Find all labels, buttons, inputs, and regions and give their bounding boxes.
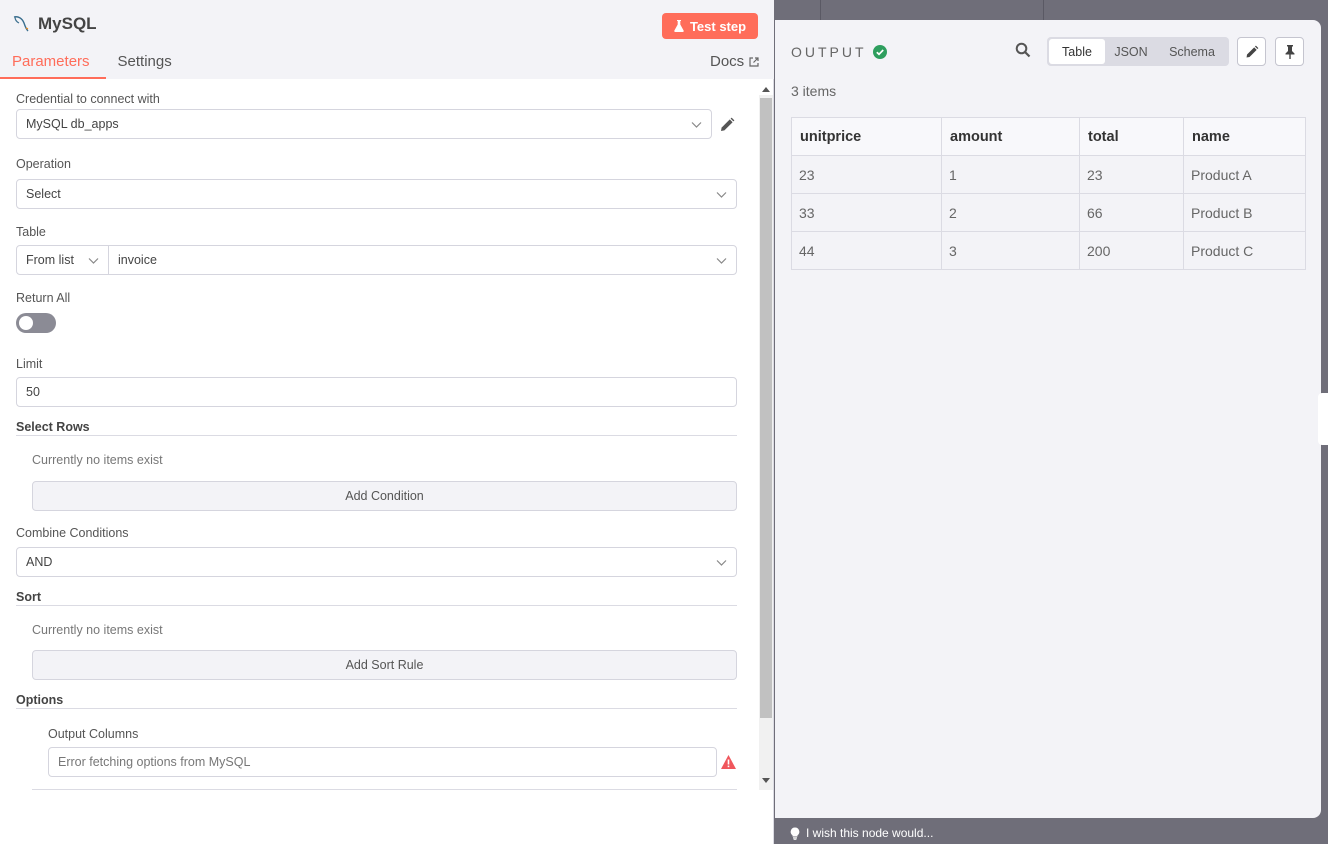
- toggle-knob: [19, 316, 33, 330]
- credential-label: Credential to connect with: [16, 92, 160, 106]
- mysql-dolphin-icon: [13, 16, 29, 32]
- side-panel-handle[interactable]: [1318, 393, 1328, 445]
- panel-tabs: Parameters Settings: [0, 50, 184, 79]
- external-link-icon: [749, 56, 759, 67]
- operation-value: Select: [26, 187, 61, 201]
- select-rows-label: Select Rows: [16, 420, 90, 434]
- section-divider: [16, 605, 737, 606]
- node-parameters-panel: MySQL Test step Parameters Settings Docs…: [0, 0, 774, 844]
- node-title[interactable]: MySQL: [38, 14, 97, 34]
- operation-label: Operation: [16, 157, 71, 171]
- table-label: Table: [16, 225, 46, 239]
- view-option-table[interactable]: Table: [1049, 39, 1105, 64]
- options-label: Options: [16, 693, 64, 707]
- canvas-grid-line: [820, 0, 821, 20]
- docs-link[interactable]: Docs: [710, 53, 759, 70]
- warning-icon: [721, 755, 736, 769]
- tab-parameters[interactable]: Parameters: [0, 50, 106, 79]
- table-header-row: unitprice amount total name: [791, 117, 1306, 156]
- table-cell: Product C: [1183, 231, 1306, 270]
- table-cell: 23: [1079, 155, 1184, 194]
- docs-label: Docs: [710, 53, 745, 70]
- items-count: 3 items: [791, 83, 837, 99]
- pin-icon: [1285, 44, 1294, 59]
- feedback-text: I wish this node would...: [806, 826, 934, 840]
- scroll-up-arrow-icon[interactable]: [761, 85, 771, 93]
- table-cell: 23: [791, 155, 942, 194]
- return-all-toggle[interactable]: [16, 313, 56, 333]
- output-columns-label: Output Columns: [48, 727, 139, 741]
- table-cell: 3: [941, 231, 1080, 270]
- table-row: 44 3 200 Product C: [791, 231, 1306, 270]
- add-sort-rule-button[interactable]: Add Sort Rule: [32, 650, 737, 680]
- table-row: 23 1 23 Product A: [791, 155, 1306, 194]
- combine-conditions-select[interactable]: AND: [16, 547, 737, 577]
- chevron-down-icon: [88, 258, 99, 264]
- search-icon[interactable]: [1015, 42, 1031, 58]
- table-cell: 33: [791, 193, 942, 232]
- table-cell: 66: [1079, 193, 1184, 232]
- output-label: OUTPUT: [791, 44, 867, 60]
- edit-output-button[interactable]: [1237, 37, 1266, 66]
- test-step-label: Test step: [689, 18, 747, 34]
- output-table: unitprice amount total name 23 1 23 Prod…: [791, 117, 1306, 270]
- chevron-down-icon: [716, 560, 727, 566]
- add-condition-button[interactable]: Add Condition: [32, 481, 737, 511]
- sort-label: Sort: [16, 590, 41, 604]
- canvas-background: [775, 0, 1328, 20]
- table-row: 33 2 66 Product B: [791, 193, 1306, 232]
- table-cell: 200: [1079, 231, 1184, 270]
- feedback-link[interactable]: I wish this node would...: [790, 826, 933, 840]
- column-header-unitprice[interactable]: unitprice: [791, 117, 942, 156]
- edit-credential-icon[interactable]: [718, 116, 736, 134]
- flask-icon: [674, 20, 684, 32]
- column-header-total[interactable]: total: [1079, 117, 1184, 156]
- table-mode-select[interactable]: From list: [16, 245, 109, 275]
- pencil-icon: [1246, 45, 1258, 57]
- column-header-amount[interactable]: amount: [941, 117, 1080, 156]
- select-rows-empty-note: Currently no items exist: [32, 453, 163, 467]
- output-label-wrap: OUTPUT: [791, 44, 887, 60]
- scroll-down-arrow-icon[interactable]: [761, 777, 771, 785]
- canvas-grid-line: [1043, 0, 1044, 20]
- credential-select[interactable]: MySQL db_apps: [16, 109, 712, 139]
- node-title-wrap: MySQL: [12, 14, 97, 34]
- output-columns-input[interactable]: Error fetching options from MySQL: [48, 747, 717, 777]
- combine-conditions-label: Combine Conditions: [16, 526, 129, 540]
- limit-input[interactable]: 50: [16, 377, 737, 407]
- view-option-json[interactable]: JSON: [1105, 39, 1157, 64]
- section-divider: [32, 789, 737, 790]
- success-check-icon: [872, 45, 887, 59]
- operation-select[interactable]: Select: [16, 179, 737, 209]
- chevron-down-icon: [716, 192, 727, 198]
- combine-conditions-value: AND: [26, 555, 53, 569]
- chevron-down-icon: [716, 258, 727, 264]
- lightbulb-icon: [790, 827, 800, 840]
- table-mode-value: From list: [26, 253, 74, 267]
- pin-data-button[interactable]: [1275, 37, 1304, 66]
- table-value: invoice: [118, 253, 157, 267]
- table-select[interactable]: invoice: [108, 245, 737, 275]
- table-cell: Product B: [1183, 193, 1306, 232]
- test-step-button[interactable]: Test step: [662, 13, 758, 39]
- limit-label: Limit: [16, 357, 43, 371]
- chevron-down-icon: [691, 122, 702, 128]
- view-option-schema[interactable]: Schema: [1157, 39, 1227, 64]
- tab-settings[interactable]: Settings: [106, 50, 184, 79]
- scrollbar-thumb[interactable]: [760, 98, 772, 718]
- column-header-name[interactable]: name: [1183, 117, 1306, 156]
- table-cell: Product A: [1183, 155, 1306, 194]
- table-cell: 44: [791, 231, 942, 270]
- output-panel: OUTPUT Table JSON Schema 3 items unitpri…: [775, 20, 1321, 818]
- table-cell: 2: [941, 193, 1080, 232]
- section-divider: [16, 708, 737, 709]
- section-divider: [16, 435, 737, 436]
- table-cell: 1: [941, 155, 1080, 194]
- sort-empty-note: Currently no items exist: [32, 623, 163, 637]
- parameters-form: Credential to connect with MySQL db_apps…: [0, 79, 774, 844]
- output-view-toggle: Table JSON Schema: [1047, 37, 1229, 66]
- panel-header: MySQL Test step Parameters Settings Docs: [0, 0, 774, 79]
- credential-value: MySQL db_apps: [26, 117, 119, 131]
- return-all-label: Return All: [16, 291, 71, 305]
